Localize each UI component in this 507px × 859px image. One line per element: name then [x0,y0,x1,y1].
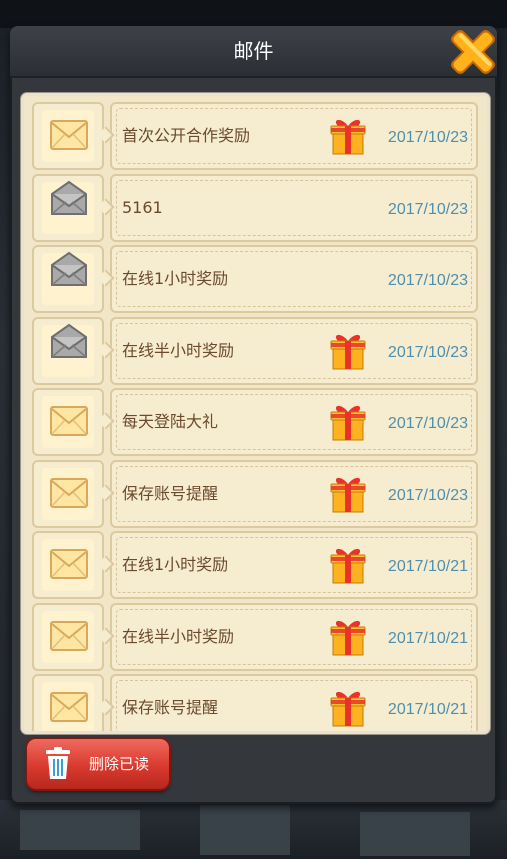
mail-icon-box [32,674,104,731]
mail-date: 2017/10/21 [387,629,468,647]
top-background [0,0,507,28]
mail-date: 2017/10/21 [387,701,468,718]
mail-date: 2017/10/23 [387,129,468,146]
mail-icon-box [32,459,104,528]
envelope-open-icon [42,180,94,234]
mail-icon-box [32,316,104,385]
mail-item[interactable]: 在线半小时奖励 2017/10/23 [32,316,478,385]
gift-icon [328,617,368,661]
mail-content: 保存账号提醒 2017/10/23 [110,459,478,528]
mail-date: 2017/10/23 [387,486,468,504]
mail-item[interactable]: 保存账号提醒 2017/10/23 [32,459,478,528]
envelope-open-icon [42,323,94,377]
gift-icon [328,116,368,160]
gift-icon [328,474,368,518]
mail-item[interactable]: 在线半小时奖励 2017/10/21 [32,602,478,671]
mail-subject: 在线半小时奖励 [122,626,235,646]
envelope-icon [42,610,94,663]
mail-content: 在线1小时奖励 2017/10/23 [110,245,478,313]
trash-icon [46,747,70,779]
envelope-icon [42,110,94,162]
envelope-open-icon [42,251,94,305]
mail-icon-box [32,602,104,671]
mail-item[interactable]: 在线1小时奖励 2017/10/21 [32,531,478,599]
envelope-icon [42,467,94,520]
mail-date: 2017/10/23 [387,415,468,432]
close-x-icon [451,30,495,74]
envelope-icon [42,539,94,591]
mail-content: 保存账号提醒 2017/10/21 [110,674,478,731]
mail-content: 在线半小时奖励 2017/10/23 [110,316,478,385]
mail-item[interactable]: 在线1小时奖励 2017/10/23 [32,245,478,313]
mail-subject: 每天登陆大礼 [122,412,219,431]
background-scene [0,800,507,859]
mail-date: 2017/10/21 [387,558,468,575]
gift-icon [328,331,368,375]
mail-content: 5161 2017/10/23 [110,173,478,242]
mail-item[interactable]: 首次公开合作奖励 2017/10/23 [32,102,478,170]
mail-subject: 在线1小时奖励 [122,269,229,288]
mail-list: 首次公开合作奖励 2017/10/23 5161 2017/10/23 在线1小时… [32,102,478,731]
mail-subject: 首次公开合作奖励 [122,126,251,145]
mail-date: 2017/10/23 [387,272,468,289]
envelope-icon [42,682,94,731]
mail-date: 2017/10/23 [387,200,468,218]
delete-read-label: 删除已读 [89,755,150,773]
mail-content: 首次公开合作奖励 2017/10/23 [110,102,478,170]
mail-dialog: 邮件 首次公开合作奖励 2017/10/23 5161 2017/10/23 在线… [10,26,497,804]
mail-content: 在线半小时奖励 2017/10/21 [110,602,478,671]
mail-date: 2017/10/23 [387,343,468,361]
envelope-icon [42,396,94,448]
mail-icon-box [32,102,104,170]
mail-subject: 5161 [122,197,163,217]
mail-content: 每天登陆大礼 2017/10/23 [110,388,478,456]
title-bar: 邮件 [10,26,497,78]
mail-subject: 保存账号提醒 [122,483,219,503]
mail-list-panel[interactable]: 首次公开合作奖励 2017/10/23 5161 2017/10/23 在线1小时… [21,93,490,734]
mail-icon-box [32,531,104,599]
close-button[interactable] [445,24,501,80]
mail-item[interactable]: 5161 2017/10/23 [32,173,478,242]
dialog-title: 邮件 [233,39,274,63]
gift-icon [328,545,368,589]
mail-icon-box [32,388,104,456]
mail-item[interactable]: 保存账号提醒 2017/10/21 [32,674,478,731]
gift-icon [328,402,368,446]
mail-subject: 在线1小时奖励 [122,555,229,574]
mail-icon-box [32,173,104,242]
mail-subject: 保存账号提醒 [122,698,219,717]
gift-icon [328,688,368,731]
delete-read-button[interactable]: 删除已读 [27,739,169,789]
mail-subject: 在线半小时奖励 [122,340,235,360]
mail-icon-box [32,245,104,313]
mail-item[interactable]: 每天登陆大礼 2017/10/23 [32,388,478,456]
mail-content: 在线1小时奖励 2017/10/21 [110,531,478,599]
